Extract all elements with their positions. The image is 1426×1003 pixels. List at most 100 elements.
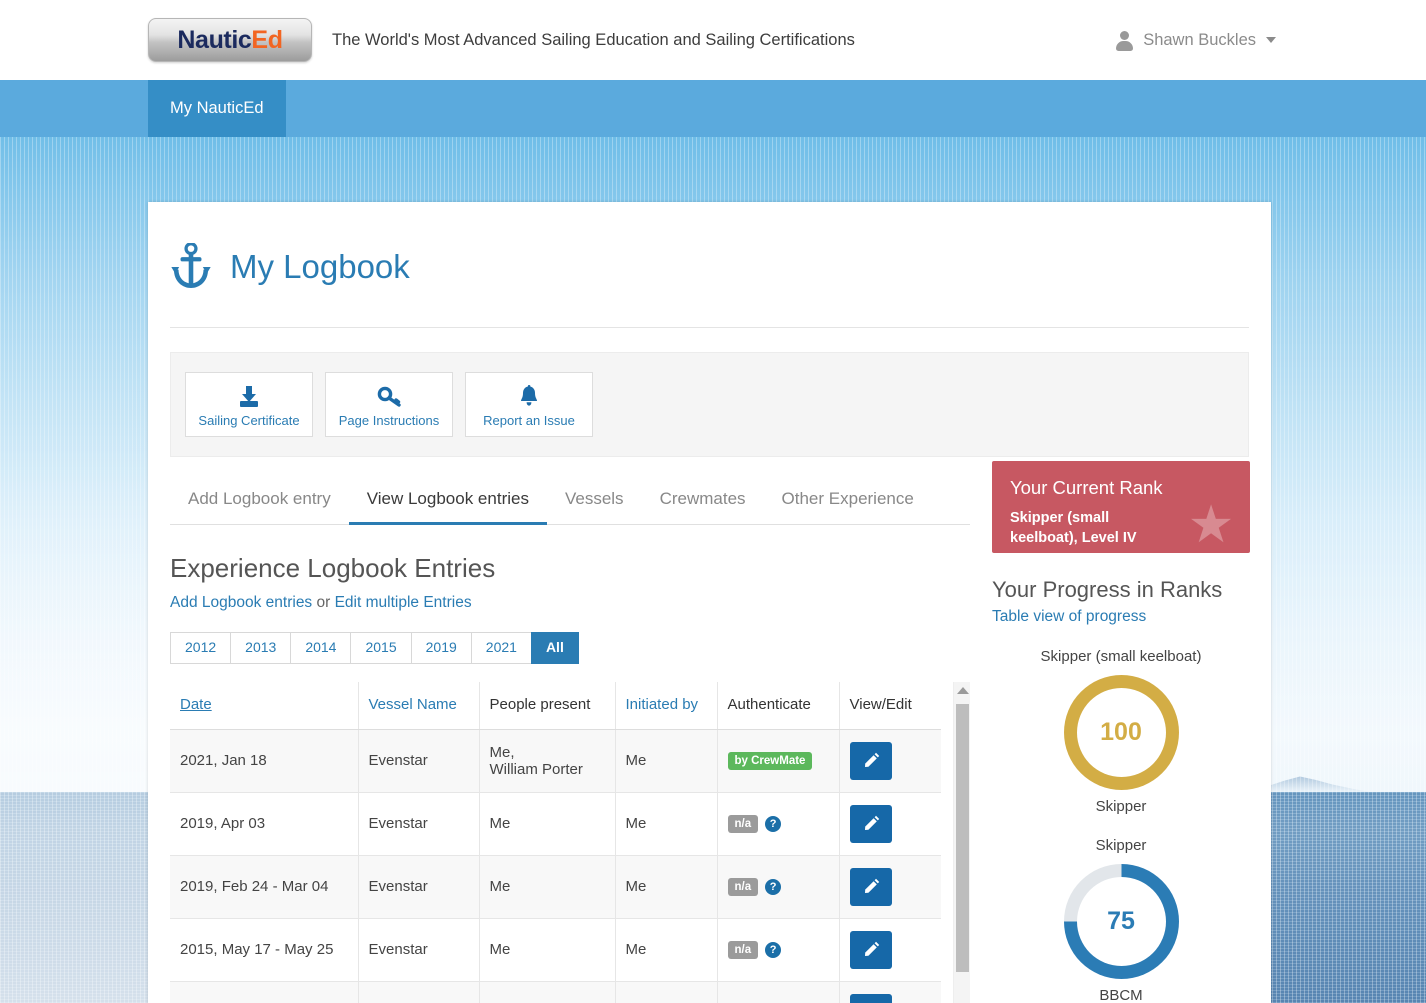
- logo-accent-text: Ed: [251, 26, 282, 54]
- logbook-table: Date Vessel Name People present Initiate…: [170, 682, 941, 1003]
- download-icon: [238, 385, 260, 407]
- donut-top-label: Skipper: [992, 837, 1250, 854]
- progress-donut-2: Skipper75BBCM: [992, 837, 1250, 1003]
- year-filter-2021[interactable]: 2021: [471, 632, 531, 663]
- question-mark-icon[interactable]: ?: [765, 816, 781, 832]
- tab-view-logbook-entries[interactable]: View Logbook entries: [349, 479, 547, 525]
- edit-entry-button[interactable]: [850, 931, 892, 969]
- edit-entry-button[interactable]: [850, 868, 892, 906]
- question-mark-icon[interactable]: ?: [765, 942, 781, 958]
- year-filter-2012[interactable]: 2012: [170, 632, 230, 663]
- chevron-down-icon: [1266, 37, 1276, 43]
- current-rank-value: Skipper (small keelboat), Level IV: [1010, 509, 1160, 548]
- cell-people-present: Me: [479, 792, 615, 855]
- user-menu[interactable]: Shawn Buckles: [1115, 30, 1276, 51]
- section-title: Experience Logbook Entries: [170, 553, 970, 584]
- star-icon: ★: [1186, 503, 1236, 551]
- column-header-people-present: People present: [479, 682, 615, 730]
- edit-entry-button[interactable]: [850, 742, 892, 780]
- table-view-of-progress-link[interactable]: Table view of progress: [992, 608, 1146, 626]
- cell-vessel-name: Evenstar: [358, 855, 479, 918]
- site-tagline: The World's Most Advanced Sailing Educat…: [332, 31, 855, 50]
- table-row: 2019, Feb 24 - Mar 04EvenstarMeMen/a?: [170, 855, 941, 918]
- cell-view-edit: [839, 729, 941, 792]
- cell-view-edit: [839, 855, 941, 918]
- user-name-label: Shawn Buckles: [1143, 31, 1256, 50]
- donut-bottom-label: Skipper: [992, 798, 1250, 815]
- year-filter-2019[interactable]: 2019: [411, 632, 471, 663]
- page-instructions-button[interactable]: Page Instructions: [325, 372, 453, 437]
- cell-date: 2014, Nov 05 - Nov 20: [170, 981, 358, 1003]
- column-header-vessel-name[interactable]: Vessel Name: [358, 682, 479, 730]
- cell-date: 2021, Jan 18: [170, 729, 358, 792]
- donut-top-label: Skipper (small keelboat): [992, 648, 1250, 665]
- nav-item-my-nauticed[interactable]: My NauticEd: [148, 80, 286, 137]
- progress-donuts: Skipper (small keelboat)100SkipperSkippe…: [992, 648, 1250, 1003]
- year-filter-group: 2012 2013 2014 2015 2019 2021 All: [170, 632, 970, 663]
- cell-date: 2019, Apr 03: [170, 792, 358, 855]
- progress-donut-1: Skipper (small keelboat)100Skipper: [992, 648, 1250, 815]
- page-instructions-label: Page Instructions: [339, 413, 439, 428]
- primary-navbar: My NauticEd: [0, 80, 1426, 137]
- cell-initiated-by: Me: [615, 729, 717, 792]
- logo-primary-text: Nautic: [177, 26, 251, 54]
- key-icon: [377, 385, 401, 407]
- table-row: 2014, Nov 05 - Nov 20EvenstarMeMen/a?: [170, 981, 941, 1003]
- cell-view-edit: [839, 792, 941, 855]
- cell-authenticate: n/a?: [717, 855, 839, 918]
- year-filter-all[interactable]: All: [531, 632, 579, 663]
- cell-authenticate: n/a?: [717, 981, 839, 1003]
- report-an-issue-button[interactable]: Report an Issue: [465, 372, 593, 437]
- scroll-up-arrow-icon[interactable]: [957, 687, 969, 694]
- current-rank-card: Your Current Rank Skipper (small keelboa…: [992, 461, 1250, 553]
- edit-pencil-icon: [862, 878, 880, 896]
- tab-crewmates[interactable]: Crewmates: [642, 479, 764, 525]
- edit-entry-button[interactable]: [850, 994, 892, 1003]
- scrollbar-thumb[interactable]: [956, 704, 969, 972]
- donut-ring: 75: [1064, 864, 1179, 979]
- user-avatar-icon: [1115, 30, 1134, 51]
- cell-authenticate: by CrewMate: [717, 729, 839, 792]
- donut-value: 75: [1077, 877, 1166, 966]
- section-links: Add Logbook entries or Edit multiple Ent…: [170, 594, 970, 612]
- table-row: 2021, Jan 18EvenstarMe,William PorterMeb…: [170, 729, 941, 792]
- year-filter-2015[interactable]: 2015: [350, 632, 410, 663]
- rank-sidebar: Your Current Rank Skipper (small keelboa…: [992, 457, 1250, 1003]
- question-mark-icon[interactable]: ?: [765, 879, 781, 895]
- sailing-certificate-button[interactable]: Sailing Certificate: [185, 372, 313, 437]
- tab-add-logbook-entry[interactable]: Add Logbook entry: [170, 479, 349, 525]
- cell-initiated-by: Me: [615, 981, 717, 1003]
- cell-people-present: Me: [479, 981, 615, 1003]
- anchor-icon: [170, 243, 212, 291]
- table-row: 2015, May 17 - May 25EvenstarMeMen/a?: [170, 918, 941, 981]
- cell-people-present: Me: [479, 918, 615, 981]
- cell-people-present: Me: [479, 855, 615, 918]
- cell-date: 2019, Feb 24 - Mar 04: [170, 855, 358, 918]
- column-header-initiated-by[interactable]: Initiated by: [615, 682, 717, 730]
- page-header: My Logbook: [170, 202, 1249, 328]
- site-header: NauticEd The World's Most Advanced Saili…: [0, 0, 1426, 80]
- action-toolbar: Sailing Certificate Page Instructions Re…: [170, 352, 1249, 457]
- logbook-column: Add Logbook entry View Logbook entries V…: [170, 457, 970, 1003]
- edit-multiple-entries-link[interactable]: Edit multiple Entries: [335, 594, 472, 611]
- status-badge: n/a: [728, 941, 759, 959]
- year-filter-2013[interactable]: 2013: [230, 632, 290, 663]
- tab-vessels[interactable]: Vessels: [547, 479, 642, 525]
- cell-vessel-name: Evenstar: [358, 981, 479, 1003]
- nauticed-logo[interactable]: NauticEd: [148, 18, 312, 62]
- logbook-table-body: 2021, Jan 18EvenstarMe,William PorterMeb…: [170, 729, 941, 1003]
- add-logbook-entries-link[interactable]: Add Logbook entries: [170, 594, 312, 611]
- cell-authenticate: n/a?: [717, 792, 839, 855]
- bell-icon: [519, 385, 539, 407]
- tab-other-experience[interactable]: Other Experience: [764, 479, 932, 525]
- main-content-card: My Logbook Sailing Certificate Page Inst…: [148, 202, 1271, 1003]
- logbook-tabs: Add Logbook entry View Logbook entries V…: [170, 479, 970, 525]
- column-header-date[interactable]: Date: [170, 682, 358, 730]
- column-header-view-edit: View/Edit: [839, 682, 941, 730]
- cell-initiated-by: Me: [615, 918, 717, 981]
- cell-people-present: Me,William Porter: [479, 729, 615, 792]
- table-scrollbar[interactable]: [953, 682, 970, 1003]
- edit-pencil-icon: [862, 815, 880, 833]
- year-filter-2014[interactable]: 2014: [290, 632, 350, 663]
- edit-entry-button[interactable]: [850, 805, 892, 843]
